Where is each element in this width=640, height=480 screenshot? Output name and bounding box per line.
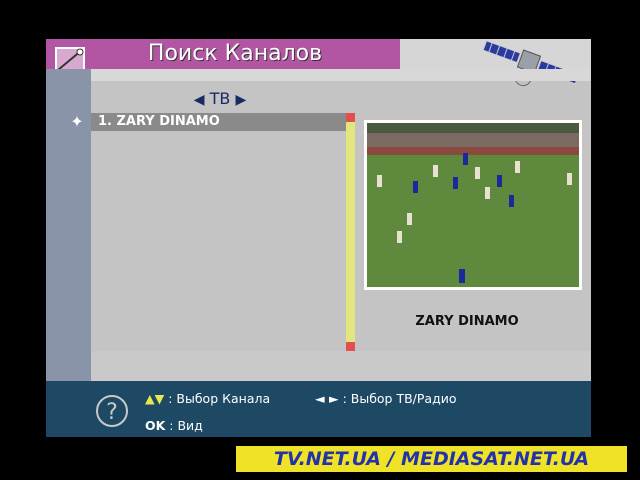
satellite-icon bbox=[482, 40, 580, 87]
bottom-strip bbox=[91, 351, 591, 381]
footer-left bbox=[46, 381, 91, 437]
selected-star-icon: ✦ bbox=[70, 112, 84, 131]
scroll-up-icon[interactable] bbox=[346, 113, 355, 122]
up-down-keys-icon: ▲▼ bbox=[145, 391, 165, 406]
hint-channel-text: : Выбор Канала bbox=[168, 391, 271, 406]
hint-ok-text: : Вид bbox=[169, 418, 203, 433]
left-arrow-icon[interactable]: ◀ bbox=[194, 92, 205, 108]
scroll-down-icon[interactable] bbox=[346, 342, 355, 351]
tv-radio-selector[interactable]: ◀ ТВ ▶ bbox=[180, 88, 260, 110]
hint-mode-text: : Выбор ТВ/Радио bbox=[342, 391, 457, 406]
channel-list bbox=[91, 131, 346, 351]
top-strip bbox=[91, 69, 591, 81]
hint-mode-select: ◄ ► : Выбор ТВ/Радио bbox=[315, 391, 457, 406]
scrollbar[interactable] bbox=[346, 113, 355, 351]
list-item-label: 1. ZARY DINAMO bbox=[98, 114, 220, 129]
right-arrow-icon[interactable]: ▶ bbox=[235, 92, 246, 108]
left-right-keys-icon: ◄ ► bbox=[315, 391, 339, 406]
channel-preview-image bbox=[367, 123, 579, 287]
watermark-banner: TV.NET.UA / MEDIASAT.NET.UA bbox=[236, 446, 627, 472]
tab-tv: ТВ bbox=[209, 89, 231, 108]
hint-channel-select: ▲▼ : Выбор Канала bbox=[145, 391, 270, 406]
hint-ok: OK : Вид bbox=[145, 418, 203, 433]
help-icon[interactable]: ? bbox=[96, 395, 128, 427]
ok-key-label: OK bbox=[145, 418, 166, 433]
preview-channel-name: ZARY DINAMO bbox=[415, 314, 519, 329]
page-title: Поиск Каналов bbox=[147, 41, 323, 66]
